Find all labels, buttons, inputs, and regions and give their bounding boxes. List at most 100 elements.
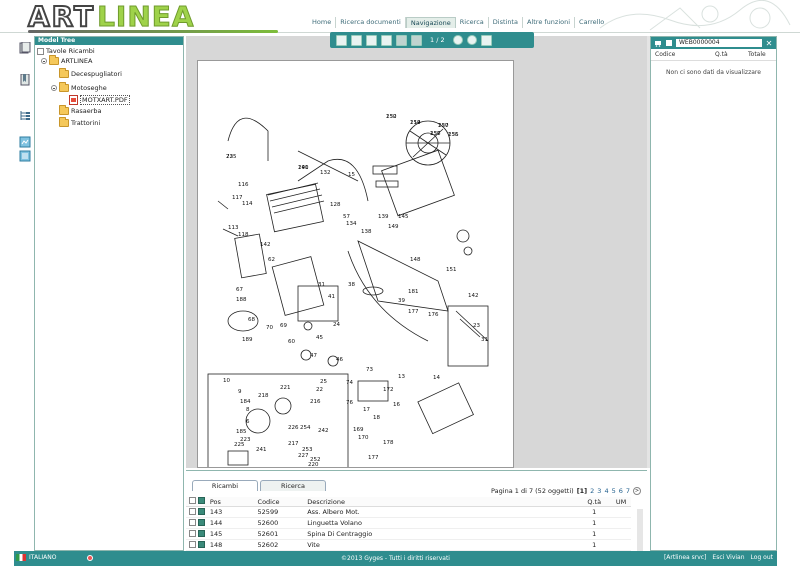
part-callout-label[interactable]: 13	[398, 374, 405, 380]
bookmark-icon[interactable]	[19, 74, 31, 86]
select-all-checkbox[interactable]	[189, 497, 196, 504]
part-icon[interactable]	[197, 540, 205, 548]
nav-ricerca-documenti[interactable]: Ricerca documenti	[336, 17, 406, 28]
tree-node-tavole-ricambi[interactable]: Tavole Ricambi	[37, 47, 95, 55]
part-callout-label[interactable]: 235	[226, 154, 237, 160]
part-callout-label[interactable]: 31	[481, 337, 488, 343]
part-callout-label[interactable]: 18	[373, 415, 380, 421]
table-row[interactable]: 148 52602 Vite 1	[186, 540, 631, 551]
part-callout-label[interactable]: 220	[438, 123, 449, 129]
exit-link[interactable]: Esci Vivian	[712, 554, 744, 561]
part-callout-label[interactable]: 138	[361, 229, 372, 235]
part-callout-label[interactable]: 218	[258, 393, 269, 399]
part-callout-label[interactable]: 113	[228, 225, 239, 231]
part-callout-label[interactable]: 227	[298, 453, 309, 459]
nav-carrello[interactable]: Carrello	[575, 17, 608, 28]
page-down-icon[interactable]	[411, 34, 422, 46]
page-link[interactable]: 2	[590, 487, 594, 495]
cart-document-code[interactable]: WEB0000004	[676, 39, 762, 47]
image-list-icon[interactable]	[19, 136, 31, 148]
part-callout-label[interactable]: 217	[288, 441, 299, 447]
part-callout-label[interactable]: 226	[288, 425, 299, 431]
part-callout-label[interactable]: 74	[346, 380, 353, 386]
part-callout-label[interactable]: 114	[242, 201, 253, 207]
expand-toggle-icon[interactable]	[51, 85, 57, 91]
tree-root-checkbox[interactable]	[37, 47, 44, 55]
part-callout-label[interactable]: 148	[410, 257, 421, 263]
row-checkbox[interactable]	[189, 507, 196, 515]
part-callout-label[interactable]: 69	[280, 323, 287, 329]
part-callout-label[interactable]: 60	[288, 339, 295, 345]
part-callout-label[interactable]: 169	[353, 427, 364, 433]
part-icon[interactable]	[197, 518, 205, 526]
table-row[interactable]: 143 52599 Ass. Albero Mot. 1	[186, 507, 631, 518]
page-up-icon[interactable]	[396, 34, 407, 46]
artlinea-logo[interactable]: ART LINEA	[27, 2, 278, 33]
tree-node-motoseghe[interactable]: Motoseghe	[51, 82, 107, 92]
part-callout-label[interactable]: 17	[363, 407, 370, 413]
user-account-link[interactable]: [Artlinea srvc]	[664, 554, 706, 561]
tree-node-decespugliatori[interactable]: Decespugliatori	[59, 68, 122, 78]
part-callout-label[interactable]: 225	[234, 442, 245, 448]
part-callout-label[interactable]: 68	[248, 317, 255, 323]
tree-node-rasaerba[interactable]: Rasaerba	[59, 105, 102, 115]
part-callout-label[interactable]: 116	[238, 182, 249, 188]
part-callout-label[interactable]: 176	[428, 312, 439, 318]
part-callout-label[interactable]: 9	[238, 389, 242, 395]
fit-page-icon[interactable]	[381, 34, 392, 46]
zoom-in-icon[interactable]	[452, 35, 463, 45]
nav-ricerca[interactable]: Ricerca	[456, 17, 489, 28]
part-callout-label[interactable]: 181	[408, 289, 419, 295]
part-callout-label[interactable]: 142	[260, 242, 271, 248]
part-callout-label[interactable]: 149	[388, 224, 399, 230]
part-callout-label[interactable]: 39	[398, 298, 405, 304]
part-icon[interactable]	[197, 529, 205, 537]
part-callout-label[interactable]: 178	[383, 440, 394, 446]
table-row[interactable]: 144 52600 Linguetta Volano 1	[186, 518, 631, 529]
part-callout-label[interactable]: 57	[343, 214, 350, 220]
part-callout-label[interactable]: 237	[430, 131, 441, 137]
part-callout-label[interactable]: 134	[346, 221, 357, 227]
part-callout-label[interactable]: 151	[446, 267, 457, 273]
part-callout-label[interactable]: 16	[393, 402, 400, 408]
part-callout-label[interactable]: 6	[246, 419, 250, 425]
part-callout-label[interactable]: 46	[336, 357, 343, 363]
documents-icon[interactable]	[19, 42, 31, 54]
part-callout-label[interactable]: 132	[320, 170, 331, 176]
part-callout-label[interactable]: 236	[448, 132, 459, 138]
close-icon[interactable]: ✕	[765, 39, 773, 48]
tab-ricambi[interactable]: Ricambi	[192, 480, 258, 491]
part-callout-label[interactable]: 145	[398, 214, 409, 220]
part-callout-label[interactable]: 189	[242, 337, 253, 343]
part-callout-label[interactable]: 221	[280, 385, 291, 391]
nav-distinta[interactable]: Distinta	[489, 17, 523, 28]
page-link[interactable]: 6	[619, 487, 623, 495]
part-callout-label[interactable]: 24	[333, 322, 340, 328]
part-callout-label[interactable]: 177	[408, 309, 419, 315]
print-icon[interactable]	[336, 34, 347, 46]
save-icon[interactable]	[351, 34, 362, 46]
row-checkbox[interactable]	[189, 540, 196, 548]
part-callout-label[interactable]: 70	[266, 325, 273, 331]
part-callout-label[interactable]: 240	[298, 165, 309, 171]
part-callout-label[interactable]: 76	[346, 400, 353, 406]
part-callout-label[interactable]: 188	[236, 297, 247, 303]
part-callout-label[interactable]: 230	[386, 114, 397, 120]
part-callout-label[interactable]: 142	[468, 293, 479, 299]
part-callout-label[interactable]: 31	[318, 282, 325, 288]
part-callout-label[interactable]: 118	[238, 232, 249, 238]
part-callout-label[interactable]: 41	[328, 294, 335, 300]
tree-node-motxart-pdf[interactable]: MOTXART.PDF	[69, 95, 130, 105]
tree-node-trattorini[interactable]: Trattorini	[59, 117, 100, 127]
part-callout-label[interactable]: 15	[348, 172, 355, 178]
part-callout-label[interactable]: 242	[318, 428, 329, 434]
part-callout-label[interactable]: 62	[268, 257, 275, 263]
part-callout-label[interactable]: 73	[366, 367, 373, 373]
tree-node-artlinea[interactable]: ARTLINEA	[41, 55, 92, 65]
part-callout-label[interactable]: 185	[236, 429, 247, 435]
page-link[interactable]: 5	[612, 487, 616, 495]
part-callout-label[interactable]: 47	[310, 353, 317, 359]
part-callout-label[interactable]: 23	[473, 323, 480, 329]
page-link[interactable]: 4	[604, 487, 608, 495]
nav-altre-funzioni[interactable]: Altre funzioni	[523, 17, 576, 28]
